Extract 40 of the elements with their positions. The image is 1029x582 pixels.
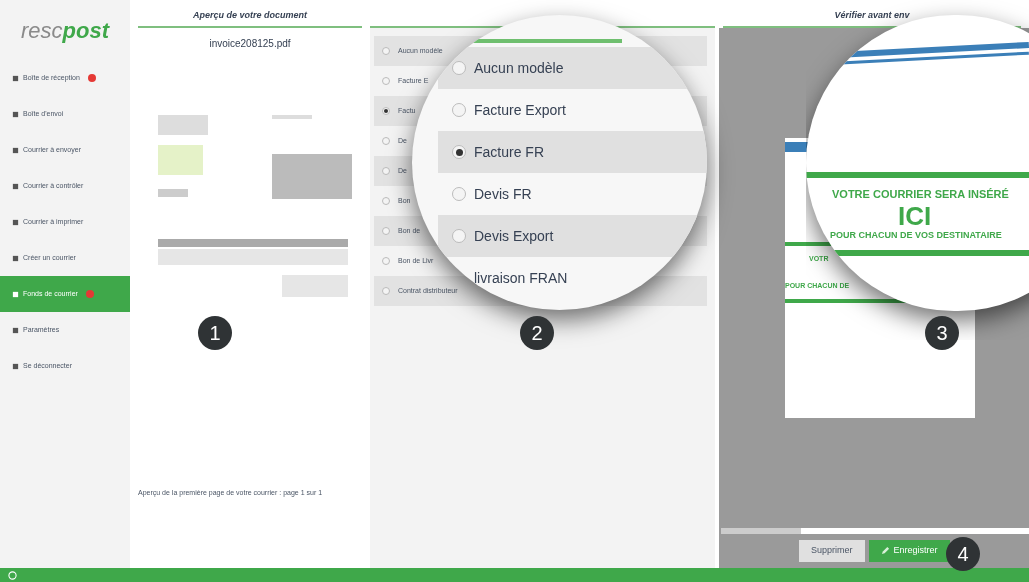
logo-text: resc: [21, 16, 63, 45]
radio-button[interactable]: [452, 187, 466, 201]
menu-item-icon: [12, 290, 19, 298]
radio-button[interactable]: [452, 145, 466, 159]
template-option[interactable]: Devis FR: [474, 183, 532, 205]
pencil-icon: [880, 546, 890, 556]
delete-button[interactable]: Supprimer: [799, 540, 865, 562]
menu-item-icon: [12, 254, 19, 262]
letter-heading: ICI: [897, 202, 933, 229]
circle-icon: [8, 570, 17, 580]
radio-button[interactable]: [382, 257, 390, 265]
letter-text: VOTRE COURRIER SERA INSÉRÉ: [831, 187, 1010, 202]
radio-button[interactable]: [452, 61, 466, 75]
template-option[interactable]: Facture FR: [474, 141, 544, 163]
menu-item-icon: [12, 146, 19, 154]
radio-button[interactable]: [382, 197, 390, 205]
radio-button[interactable]: [382, 137, 390, 145]
menu-item-icon: [12, 74, 19, 82]
menu-item-icon: [12, 182, 19, 190]
radio-button[interactable]: [382, 227, 390, 235]
radio-button[interactable]: [382, 107, 390, 115]
radio-button[interactable]: [452, 229, 466, 243]
template-option[interactable]: Aucun modèle: [474, 57, 564, 79]
file-name: invoice208125.pdf: [208, 37, 292, 51]
menu-item-icon: [12, 218, 19, 226]
menu-item-icon: [12, 326, 19, 334]
radio-button[interactable]: [382, 77, 390, 85]
radio-button[interactable]: [382, 287, 390, 295]
radio-button[interactable]: [382, 47, 390, 55]
radio-button[interactable]: [382, 167, 390, 175]
scrollbar[interactable]: [721, 528, 1029, 534]
column-header: Aperçu de votre document: [138, 0, 362, 28]
template-option[interactable]: Devis Export: [474, 225, 554, 247]
radio-button[interactable]: [452, 103, 466, 117]
menu-item-icon: [12, 362, 19, 370]
template-option[interactable]: Facture Export: [474, 99, 566, 121]
letter-text: POUR CHACUN DE VOS DESTINATAIRE: [829, 228, 1003, 242]
menu-item-icon: [12, 110, 19, 118]
template-option[interactable]: livraison FRAN: [474, 267, 568, 289]
logo-text: post: [62, 16, 109, 45]
